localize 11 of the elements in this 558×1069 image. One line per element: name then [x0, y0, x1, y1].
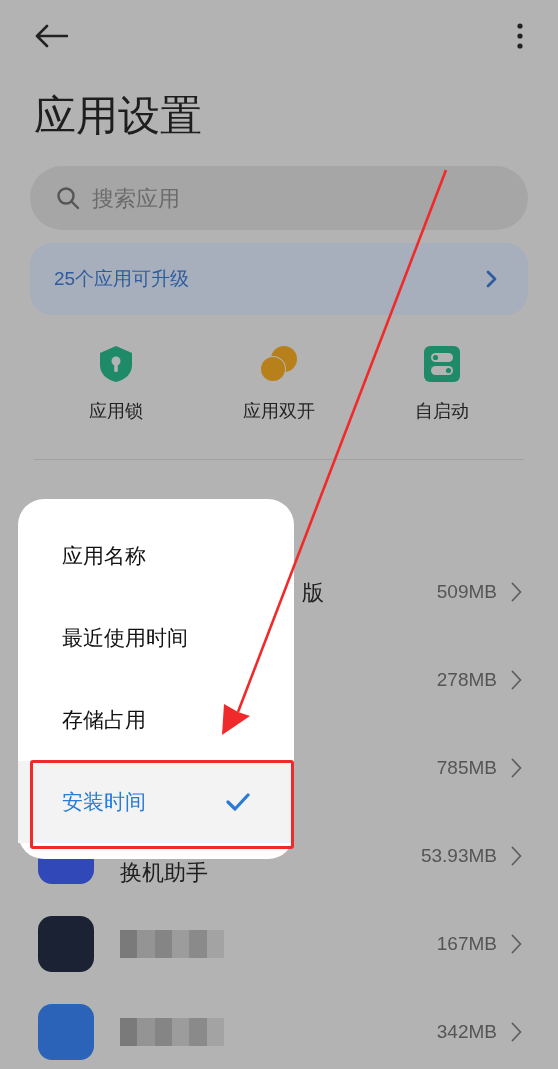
app-size: 53.93MB	[420, 843, 497, 868]
app-name: 版	[302, 578, 324, 607]
app-size: 509MB	[436, 579, 497, 604]
search-placeholder: 搜索应用	[92, 184, 180, 213]
app-name: 换机助手	[120, 858, 208, 887]
page-title: 应用设置	[34, 95, 202, 137]
app-size: 342MB	[436, 1019, 497, 1044]
app-size: 785MB	[436, 755, 497, 780]
app-size: 167MB	[436, 931, 497, 956]
upgrade-text: 25个应用可升级	[54, 266, 190, 291]
app-size: 278MB	[436, 667, 497, 692]
